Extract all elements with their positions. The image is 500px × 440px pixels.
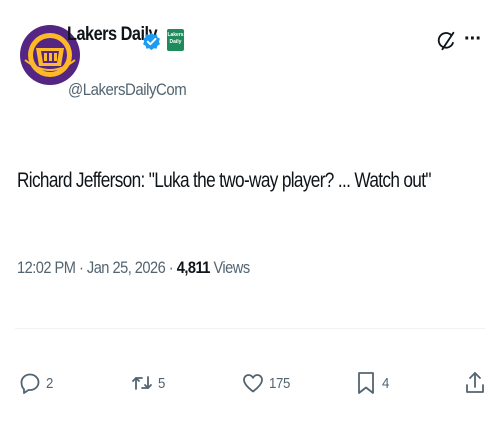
meta-separator: · bbox=[75, 258, 87, 277]
reply-icon bbox=[20, 373, 40, 394]
grok-icon[interactable] bbox=[436, 30, 458, 52]
like-count: 175 bbox=[269, 374, 290, 392]
tweet-card: Lakers Daily Lakers Daily @LakersDailyCo… bbox=[0, 0, 500, 440]
like-button[interactable]: 175 bbox=[241, 368, 293, 398]
share-button[interactable] bbox=[464, 368, 486, 398]
tweet-meta: 12:02 PM · Jan 25, 2026 · 4,811 Views bbox=[17, 258, 250, 278]
reply-count: 2 bbox=[46, 374, 53, 392]
views-label: Views bbox=[209, 258, 250, 277]
reply-button[interactable]: 2 bbox=[18, 368, 54, 398]
share-icon bbox=[466, 372, 484, 393]
retweet-button[interactable]: 5 bbox=[130, 368, 166, 398]
heart-icon bbox=[243, 374, 263, 393]
meta-separator: · bbox=[165, 258, 177, 277]
tweet-time[interactable]: 12:02 PM bbox=[17, 258, 76, 277]
author-handle[interactable]: @LakersDailyCom bbox=[68, 80, 187, 100]
tweet-text: Richard Jefferson: "Luka the two-way pla… bbox=[17, 169, 431, 192]
views-count: 4,811 bbox=[176, 258, 211, 277]
retweet-count: 5 bbox=[158, 374, 165, 392]
bookmark-count: 4 bbox=[382, 374, 389, 392]
more-options-button[interactable]: ··· bbox=[464, 28, 482, 51]
verified-badge-icon bbox=[143, 32, 160, 51]
divider bbox=[15, 328, 485, 329]
affiliate-badge-icon[interactable]: Lakers Daily bbox=[167, 29, 184, 51]
tweet-date[interactable]: Jan 25, 2026 bbox=[87, 258, 166, 277]
bookmark-button[interactable]: 4 bbox=[354, 368, 390, 398]
retweet-icon bbox=[132, 376, 152, 390]
affiliate-badge-text: Lakers Daily bbox=[167, 32, 184, 45]
bookmark-icon bbox=[358, 372, 374, 394]
